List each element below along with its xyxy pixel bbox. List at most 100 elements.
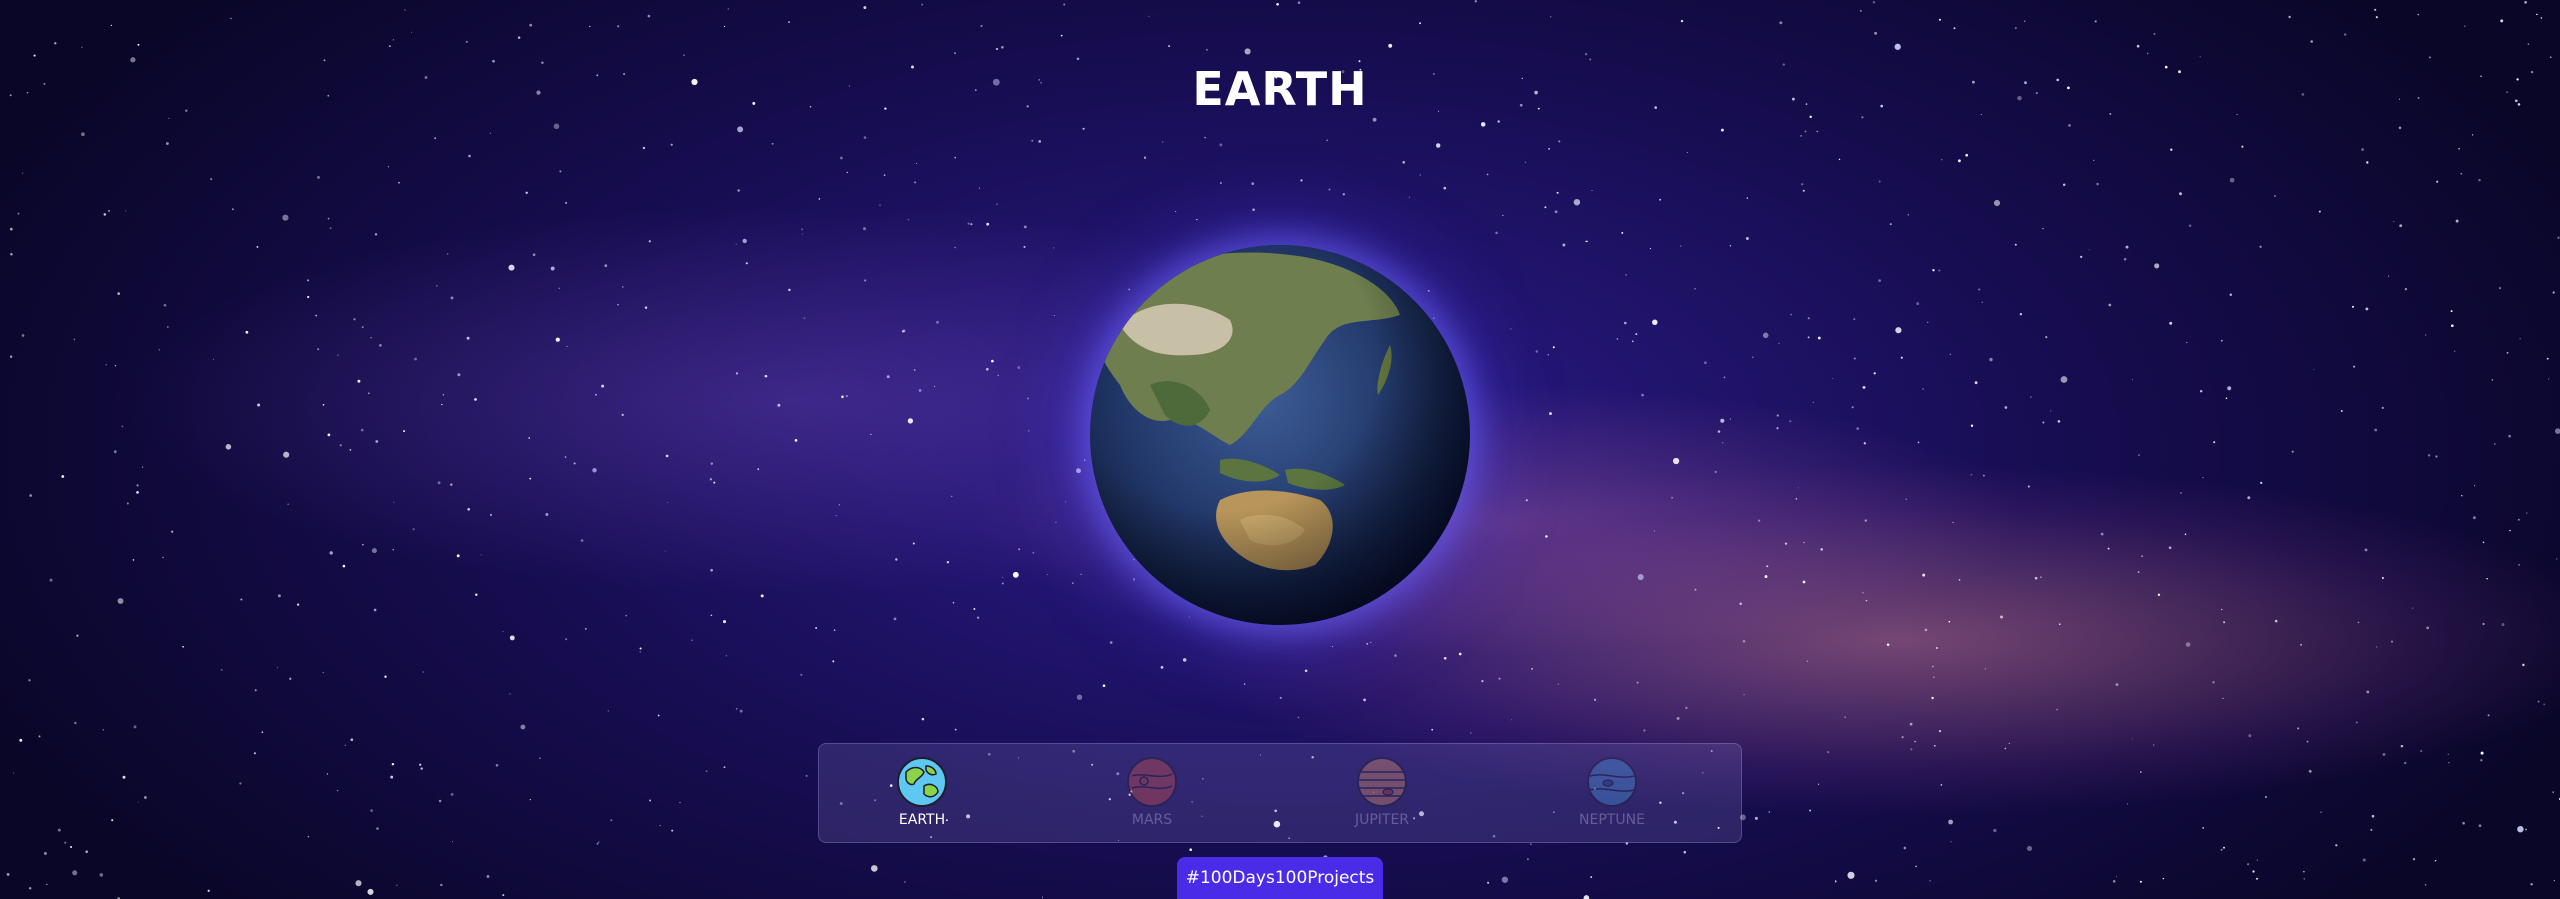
star xyxy=(2374,8,2377,11)
star xyxy=(1807,336,1810,339)
star xyxy=(907,418,914,424)
star xyxy=(1304,669,1308,673)
star xyxy=(370,337,372,339)
star xyxy=(1970,473,1973,476)
star xyxy=(283,451,290,458)
star xyxy=(28,887,32,890)
star xyxy=(879,204,881,206)
star xyxy=(2417,13,2419,16)
star xyxy=(2223,621,2226,624)
nav-item-mars[interactable]: MARS xyxy=(1097,756,1207,834)
star xyxy=(735,372,739,375)
star xyxy=(367,392,370,395)
star xyxy=(1526,858,1529,861)
nav-item-earth[interactable]: EARTH xyxy=(867,756,977,834)
star xyxy=(886,375,890,379)
star xyxy=(1910,748,1913,751)
star xyxy=(2482,622,2485,626)
star xyxy=(384,675,387,678)
star xyxy=(1694,588,1697,591)
star xyxy=(667,501,669,504)
star xyxy=(28,679,31,682)
star xyxy=(2288,15,2291,19)
star xyxy=(1458,652,1462,656)
star xyxy=(1300,179,1303,182)
star xyxy=(2184,533,2187,536)
star xyxy=(1900,356,1903,359)
star xyxy=(2471,134,2474,136)
star xyxy=(1948,620,1951,623)
star xyxy=(374,233,378,236)
star xyxy=(1916,302,1920,306)
star xyxy=(465,40,468,44)
star xyxy=(1495,231,1498,235)
star xyxy=(1431,728,1434,731)
star xyxy=(723,620,726,624)
star xyxy=(2138,454,2140,457)
star xyxy=(2491,379,2494,381)
star xyxy=(2252,870,2255,873)
star xyxy=(1984,668,1986,670)
star xyxy=(2096,182,2099,186)
star xyxy=(1804,130,1807,133)
star xyxy=(1790,313,1792,316)
star xyxy=(639,651,641,653)
star xyxy=(277,594,281,598)
star xyxy=(2068,124,2071,127)
star xyxy=(1978,288,1981,291)
star xyxy=(1549,412,1552,416)
star xyxy=(1989,357,1993,362)
star xyxy=(1676,716,1680,720)
star xyxy=(2404,761,2407,765)
star xyxy=(1907,213,1910,216)
star xyxy=(76,634,79,637)
star xyxy=(2450,324,2454,328)
star xyxy=(2399,224,2403,228)
star xyxy=(801,228,803,231)
star xyxy=(2274,194,2276,197)
star xyxy=(1778,342,1780,345)
star xyxy=(1827,750,1830,754)
star xyxy=(1981,301,1983,304)
star xyxy=(171,530,174,533)
star xyxy=(1927,321,1929,324)
star xyxy=(839,156,843,160)
star xyxy=(412,528,415,531)
mars-icon xyxy=(1127,757,1177,807)
star xyxy=(141,466,144,468)
star xyxy=(1017,366,1021,369)
star xyxy=(1331,646,1333,648)
star xyxy=(414,357,417,361)
star xyxy=(29,494,33,497)
star xyxy=(2509,529,2511,532)
hashtag-badge-button[interactable]: #100Days100Projects xyxy=(1177,857,1383,899)
star xyxy=(403,430,406,433)
nav-item-neptune[interactable]: NEPTUNE xyxy=(1557,756,1667,834)
star xyxy=(411,31,413,33)
star xyxy=(1723,376,1726,379)
star xyxy=(601,384,605,388)
star xyxy=(985,367,989,371)
nav-item-jupiter[interactable]: JUPITER xyxy=(1327,756,1437,834)
star xyxy=(22,172,24,174)
star xyxy=(2540,17,2543,19)
star xyxy=(832,660,835,663)
star xyxy=(440,883,443,887)
star xyxy=(73,338,76,341)
star xyxy=(1746,197,1749,199)
star xyxy=(239,782,242,785)
star xyxy=(2340,410,2343,412)
star xyxy=(1933,744,1936,747)
nav-item-label: MARS xyxy=(1131,812,1173,828)
star xyxy=(838,504,840,506)
star xyxy=(2034,576,2038,580)
star xyxy=(111,819,114,822)
star xyxy=(489,513,493,516)
star xyxy=(649,799,652,802)
star xyxy=(1001,45,1004,49)
star xyxy=(954,52,956,55)
star xyxy=(598,841,600,843)
star xyxy=(1637,574,1644,581)
star xyxy=(1046,573,1048,576)
star xyxy=(1510,328,1512,330)
